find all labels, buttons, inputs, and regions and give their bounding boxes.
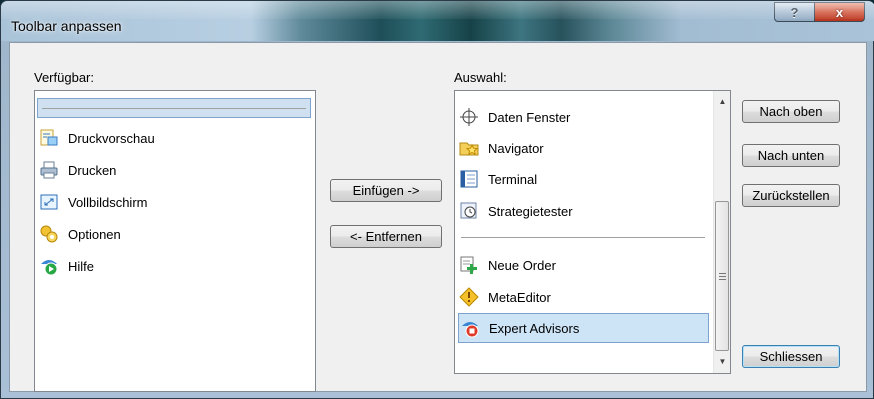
selection-item-daten-fenster[interactable]: Daten Fenster [459, 103, 570, 131]
expert-advisors-icon [460, 318, 480, 338]
window-title: Toolbar anpassen [11, 18, 122, 34]
title-bar[interactable]: Toolbar anpassen ? x [1, 1, 874, 41]
reset-button[interactable]: Zurückstellen [742, 184, 840, 207]
close-window-button[interactable]: x [814, 2, 865, 22]
fullscreen-icon [39, 192, 59, 212]
terminal-icon [459, 169, 479, 189]
selection-item-neue-order[interactable]: Neue Order [459, 251, 556, 279]
scroll-thumb[interactable] [715, 201, 729, 351]
selection-list[interactable]: Daten Fenster Navigator Terminal Strateg… [454, 90, 731, 374]
scroll-down-arrow-icon[interactable]: ▼ [714, 353, 731, 370]
printer-icon [39, 160, 59, 180]
remove-button[interactable]: <- Entfernen [330, 225, 442, 248]
selection-item-label: Expert Advisors [489, 320, 580, 336]
move-down-button[interactable]: Nach unten [742, 144, 840, 167]
selection-item-expert-advisors[interactable]: Expert Advisors [458, 313, 709, 343]
available-item-druckvorschau[interactable]: Druckvorschau [39, 124, 155, 152]
selection-item-label: Strategietester [488, 203, 573, 219]
available-item-vollbildschirm[interactable]: Vollbildschirm [39, 188, 147, 216]
selection-separator [461, 237, 705, 238]
options-icon [39, 224, 59, 244]
available-item-label: Optionen [68, 226, 121, 242]
strategy-tester-icon [459, 201, 479, 221]
crosshair-icon [459, 107, 479, 127]
available-item-label: Druckvorschau [68, 130, 155, 146]
close-button[interactable]: Schliessen [742, 345, 840, 368]
navigator-folder-icon [459, 138, 479, 158]
insert-button[interactable]: Einfügen -> [330, 179, 442, 202]
available-label: Verfügbar: [34, 70, 94, 85]
selection-item-label: MetaEditor [488, 289, 551, 305]
available-list[interactable]: Druckvorschau Drucken Vollbildschirm Opt… [34, 90, 316, 392]
selection-item-navigator[interactable]: Navigator [459, 134, 544, 162]
separator-line [42, 108, 306, 109]
scroll-grip-icon [718, 272, 726, 280]
dialog-body: Verfügbar: Druckvorschau Drucken Vollbil… [9, 42, 867, 392]
separator-item-selected[interactable] [37, 98, 311, 118]
available-item-hilfe[interactable]: Hilfe [39, 252, 94, 280]
print-preview-icon [39, 128, 59, 148]
available-item-label: Hilfe [68, 258, 95, 274]
selection-item-terminal[interactable]: Terminal [459, 165, 537, 193]
help-button[interactable]: ? [774, 2, 815, 22]
available-item-label: Drucken [68, 162, 117, 178]
available-item-label: Vollbildschirm [68, 194, 148, 210]
available-item-optionen[interactable]: Optionen [39, 220, 121, 248]
selection-item-label: Terminal [488, 171, 538, 187]
help-icon [39, 256, 59, 276]
new-order-icon [459, 255, 479, 275]
dialog-window: Toolbar anpassen ? x Verfügbar: Druckvor… [0, 0, 874, 399]
scroll-up-arrow-icon[interactable]: ▲ [714, 93, 731, 110]
selection-item-metaeditor[interactable]: MetaEditor [459, 283, 551, 311]
metaeditor-icon [459, 287, 479, 307]
selection-item-label: Navigator [488, 140, 544, 156]
available-item-drucken[interactable]: Drucken [39, 156, 116, 184]
move-up-button[interactable]: Nach oben [742, 100, 840, 123]
selection-item-label: Daten Fenster [488, 109, 571, 125]
selection-label: Auswahl: [454, 70, 507, 85]
selection-item-strategietester[interactable]: Strategietester [459, 197, 573, 225]
selection-item-label: Neue Order [488, 257, 556, 273]
selection-scrollbar[interactable]: ▲ ▼ [713, 91, 730, 373]
